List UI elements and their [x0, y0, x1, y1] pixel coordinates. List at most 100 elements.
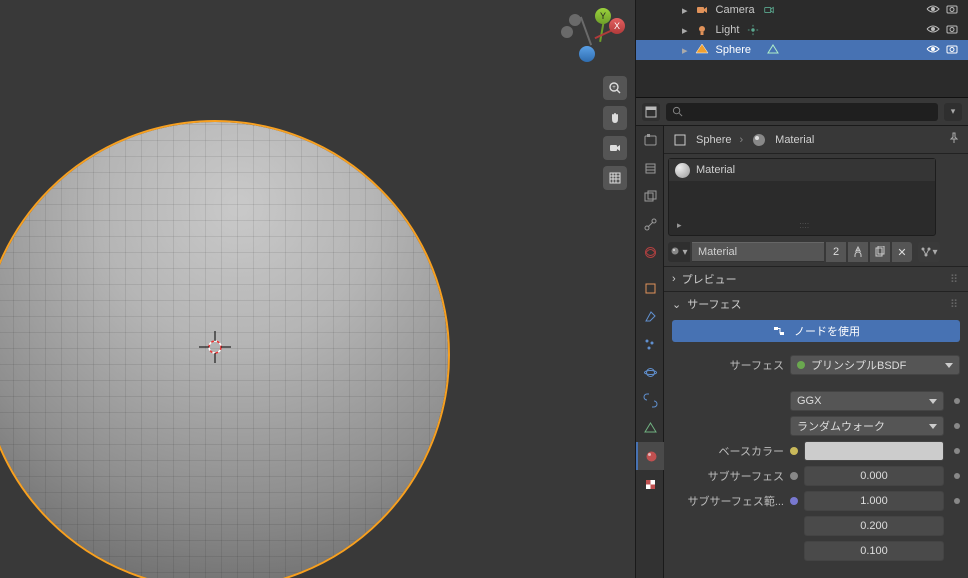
section-header-surface[interactable]: ⌄ サーフェス ⠿: [664, 292, 968, 316]
disclosure-triangle-icon[interactable]: ▸: [682, 44, 688, 57]
material-slot-name: Material: [696, 164, 735, 176]
visibility-toggle-icon[interactable]: [926, 23, 940, 38]
tab-constraints[interactable]: [636, 386, 664, 414]
animate-dot-icon[interactable]: [954, 423, 960, 429]
tab-viewlayer[interactable]: [636, 182, 664, 210]
distribution-select[interactable]: GGX: [790, 391, 944, 411]
viewport-side-toolbar: +: [603, 76, 627, 190]
drag-handle-icon[interactable]: ⠿: [950, 298, 960, 311]
section-preview: › プレビュー ⠿: [664, 266, 968, 291]
fake-user-toggle-icon[interactable]: [848, 242, 868, 262]
base-color-swatch[interactable]: [804, 441, 944, 461]
pin-icon[interactable]: [948, 132, 960, 147]
subsurface-radius-z[interactable]: 0.100: [804, 541, 944, 561]
tab-modifiers[interactable]: [636, 302, 664, 330]
tab-object[interactable]: [636, 274, 664, 302]
gizmo-y-axis[interactable]: Y: [595, 8, 611, 24]
animate-dot-icon[interactable]: [954, 498, 960, 504]
render-toggle-icon[interactable]: [946, 3, 960, 18]
outliner-item-label: Camera: [716, 4, 755, 16]
expand-list-icon[interactable]: ▸: [677, 220, 682, 231]
drag-handle-icon[interactable]: ⠿: [950, 273, 960, 286]
breadcrumb-material[interactable]: Material: [775, 134, 814, 146]
mesh-icon: [694, 42, 710, 58]
search-icon: [672, 106, 683, 117]
tab-texture[interactable]: [636, 470, 664, 498]
camera-view-icon[interactable]: [603, 136, 627, 160]
visibility-toggle-icon[interactable]: [926, 43, 940, 58]
render-toggle-icon[interactable]: [946, 43, 960, 58]
shader-select[interactable]: プリンシプルBSDF: [790, 355, 960, 375]
tab-particles[interactable]: [636, 330, 664, 358]
section-label: プレビュー: [682, 271, 737, 287]
material-users-count[interactable]: 2: [826, 242, 846, 262]
properties-body: Sphere › Material Material ▸: [664, 126, 968, 578]
outliner-item-light[interactable]: ▸ Light: [636, 20, 968, 40]
outliner-item-camera[interactable]: ▸ Camera: [636, 0, 968, 20]
tab-data[interactable]: [636, 414, 664, 442]
outliner[interactable]: ▸ Camera ▸ Light: [636, 0, 968, 98]
properties-editor: Sphere › Material Material ▸: [636, 126, 968, 578]
value-socket-icon[interactable]: [790, 472, 798, 480]
camera-icon: [694, 2, 710, 18]
subsurface-field[interactable]: 0.000: [804, 466, 944, 486]
options-dropdown[interactable]: ▾: [944, 103, 962, 121]
unlink-material-button[interactable]: ✕: [892, 242, 912, 262]
perspective-toggle-icon[interactable]: [603, 166, 627, 190]
animate-dot-icon[interactable]: [954, 473, 960, 479]
search-input[interactable]: [666, 103, 938, 121]
chevron-down-icon: ⌄: [672, 298, 681, 311]
breadcrumb: Sphere › Material: [664, 126, 968, 154]
prop-label-surface: サーフェス: [672, 357, 784, 373]
tab-scene[interactable]: [636, 210, 664, 238]
subsurface-radius-y[interactable]: 0.200: [804, 516, 944, 536]
outliner-item-label: Sphere: [716, 44, 751, 56]
chevron-right-icon: ›: [672, 273, 676, 285]
vector-socket-icon[interactable]: [790, 497, 798, 505]
visibility-toggle-icon[interactable]: [926, 3, 940, 18]
right-panel: ▸ Camera ▸ Light: [635, 0, 968, 578]
subsurface-radius-x[interactable]: 1.000: [804, 491, 944, 511]
tab-physics[interactable]: [636, 358, 664, 386]
render-toggle-icon[interactable]: [946, 23, 960, 38]
tab-material[interactable]: [636, 442, 664, 470]
tab-world[interactable]: [636, 238, 664, 266]
properties-tabs: [636, 126, 664, 578]
material-browse-dropdown[interactable]: ▾: [668, 242, 690, 262]
material-slot[interactable]: Material: [669, 159, 935, 181]
gizmo-z-axis[interactable]: [579, 46, 595, 62]
material-datablock-row: ▾ Material 2 ✕ ▾: [664, 240, 968, 266]
color-socket-icon[interactable]: [790, 447, 798, 455]
new-material-button[interactable]: [870, 242, 890, 262]
viewport-3d[interactable]: Y X +: [0, 0, 635, 578]
shader-socket-icon: [797, 361, 805, 369]
editor-type-dropdown[interactable]: [642, 103, 660, 121]
use-nodes-label: ノードを使用: [794, 323, 860, 339]
tab-output[interactable]: [636, 154, 664, 182]
material-name-field[interactable]: Material: [692, 242, 824, 262]
outliner-item-sphere[interactable]: ▸ Sphere: [636, 40, 968, 60]
sss-method-select[interactable]: ランダムウォーク: [790, 416, 944, 436]
use-nodes-button[interactable]: ノードを使用: [672, 320, 960, 342]
object-cube-icon: [672, 132, 688, 148]
animate-dot-icon[interactable]: [954, 398, 960, 404]
node-tree-dropdown[interactable]: ▾: [918, 242, 940, 262]
disclosure-triangle-icon[interactable]: ▸: [682, 24, 688, 37]
prop-label-subsurface-radius: サブサーフェス範...: [672, 493, 784, 509]
cursor-3d-icon: [198, 330, 232, 364]
pan-hand-icon[interactable]: [603, 106, 627, 130]
material-slot-list[interactable]: Material ▸ ::::: [668, 158, 936, 236]
material-preview-icon: [675, 163, 690, 178]
disclosure-triangle-icon[interactable]: ▸: [682, 4, 688, 17]
gizmo-x-axis[interactable]: X: [609, 18, 625, 34]
breadcrumb-object[interactable]: Sphere: [696, 134, 731, 146]
nodes-icon: [772, 324, 786, 338]
nav-gizmo[interactable]: Y X: [557, 2, 627, 72]
tab-render[interactable]: [636, 126, 664, 154]
section-surface: ⌄ サーフェス ⠿ ノードを使用 サーフェス プリンシプルBSDF: [664, 291, 968, 568]
animate-dot-icon[interactable]: [954, 448, 960, 454]
section-header-preview[interactable]: › プレビュー ⠿: [664, 267, 968, 291]
prop-label-basecolor: ベースカラー: [672, 443, 784, 459]
outliner-item-label: Light: [716, 24, 740, 36]
zoom-icon[interactable]: +: [603, 76, 627, 100]
